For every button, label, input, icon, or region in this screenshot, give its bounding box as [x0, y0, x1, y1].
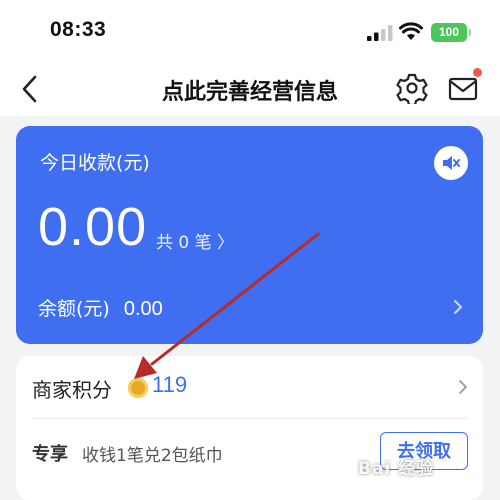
divider: [32, 418, 467, 419]
wifi-icon: [399, 22, 423, 40]
nav-bar: 点此完善经营信息: [0, 62, 500, 116]
chevron-right-icon[interactable]: [452, 298, 464, 316]
mute-icon[interactable]: [434, 146, 468, 180]
status-time: 08:33: [50, 18, 107, 41]
status-bar: 08:33 100: [0, 0, 500, 62]
promo-text: 收钱1笔兑2包纸巾: [82, 446, 223, 466]
claim-button[interactable]: 去领取: [380, 432, 468, 470]
mail-icon[interactable]: [447, 73, 481, 103]
exclusive-tag: 专享: [32, 444, 68, 465]
income-label: 今日收款(元): [40, 152, 150, 174]
balance-value: 0.00: [123, 298, 163, 320]
transaction-count-link[interactable]: 共 0 笔 〉: [156, 228, 234, 253]
points-value: 119: [152, 372, 188, 397]
points-label: 商家积分: [32, 378, 112, 402]
chevron-right-icon: [459, 380, 467, 394]
points-row[interactable]: 商家积分 119: [16, 356, 483, 418]
balance-row[interactable]: 余额(元) 0.00: [38, 294, 163, 321]
points-card: 商家积分 119 专享 收钱1笔兑2包纸巾 去领取: [16, 356, 483, 500]
amount-value: 0.00: [38, 197, 148, 257]
settings-icon[interactable]: [396, 72, 428, 104]
signal-icon: [367, 25, 393, 41]
battery-icon: 100: [431, 23, 471, 42]
income-card: 今日收款(元) 0.00 共 0 笔 〉 余额(元) 0.00: [16, 126, 483, 344]
balance-label: 余额(元): [38, 298, 110, 320]
coin-icon: [128, 378, 148, 398]
notification-dot: [473, 68, 482, 77]
